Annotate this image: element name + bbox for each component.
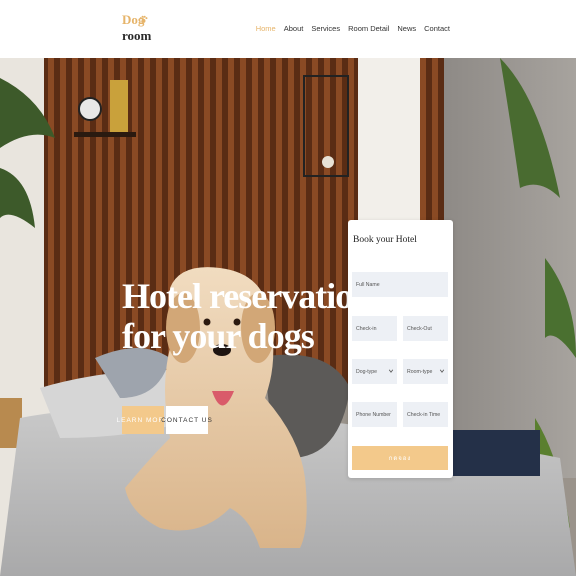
phone-number-field[interactable]: Phone Number [352,402,397,427]
check-out-field[interactable]: Check-Out [403,316,448,341]
book-submit-button[interactable]: กดจอง [352,446,448,470]
hero-title-line-2: for your dogs [122,316,315,356]
check-in-field[interactable]: Check-in [352,316,397,341]
learn-more-button[interactable]: LEARN MORE [117,406,169,434]
nav-home[interactable]: Home [256,23,276,35]
nav-news[interactable]: News [397,23,416,35]
paw-icon [139,15,148,23]
contact-us-button[interactable]: CONTACT US [161,406,212,434]
full-name-field[interactable]: Full Name [352,272,448,297]
dog-type-label: Dog-type [356,368,378,375]
main-nav: Home About Services Room Detail News Con… [256,23,450,35]
logo-text-room: room [122,28,152,43]
dog-type-select[interactable]: Dog-type [352,359,397,384]
chevron-down-icon [388,369,394,373]
brand-logo[interactable]: Dog room [122,12,152,46]
room-type-select[interactable]: Room-type [403,359,448,384]
chevron-down-icon [439,369,445,373]
nav-contact[interactable]: Contact [424,23,450,35]
check-in-time-field[interactable]: Check-in Time [403,402,448,427]
nav-about[interactable]: About [284,23,304,35]
hero-title: Hotel reservations for your dogs [122,276,385,356]
room-type-label: Room-type [407,368,433,375]
nav-room-detail[interactable]: Room Detail [348,23,389,35]
hero-title-line-1: Hotel reservations [122,276,385,316]
hero-section: Hotel reservations for your dogs LEARN M… [0,58,576,576]
nav-services[interactable]: Services [311,23,340,35]
site-header: Dog room Home About Services Room Detail… [0,0,576,58]
booking-title: Book your Hotel [353,235,417,245]
booking-form: Book your Hotel Full Name Check-in Check… [348,220,453,478]
